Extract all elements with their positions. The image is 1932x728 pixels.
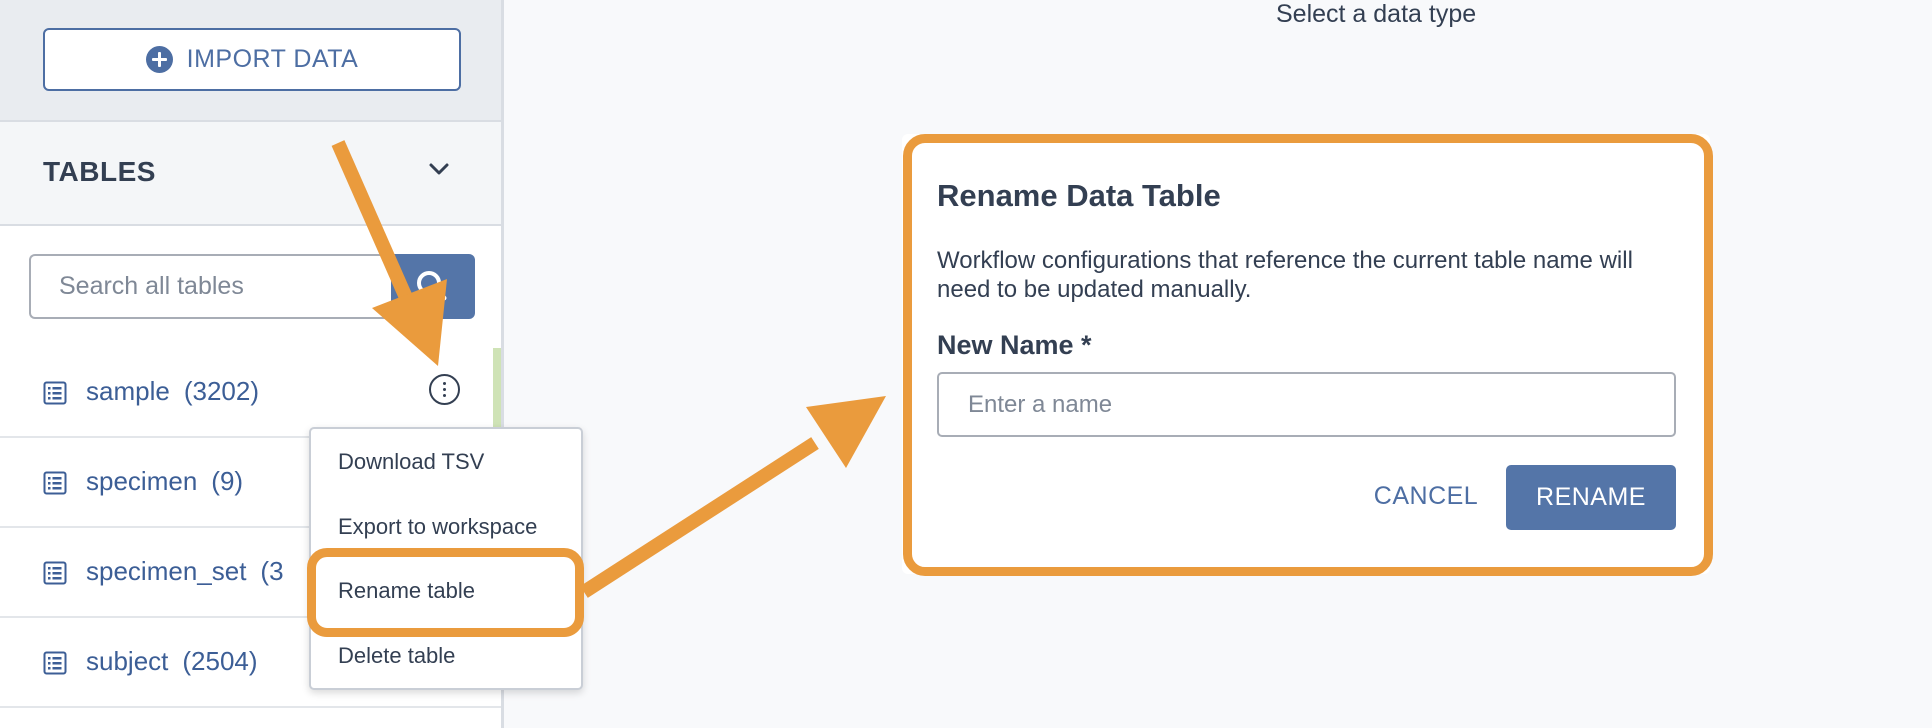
cancel-button[interactable]: CANCEL bbox=[1366, 465, 1486, 528]
menu-item-delete-table[interactable]: Delete table bbox=[338, 643, 455, 669]
table-list-icon bbox=[43, 471, 67, 495]
tables-title: TABLES bbox=[43, 156, 156, 187]
table-list-icon bbox=[43, 381, 67, 405]
chevron-down-icon[interactable] bbox=[428, 158, 450, 180]
table-name[interactable]: subject (2504) bbox=[86, 646, 258, 677]
table-list-icon bbox=[43, 561, 67, 585]
menu-item-export-to-workspace[interactable]: Export to workspace bbox=[338, 514, 537, 540]
table-name[interactable]: specimen_set (3 bbox=[86, 556, 284, 587]
table-list-icon bbox=[43, 651, 67, 675]
tables-section-header[interactable]: TABLES bbox=[0, 122, 501, 226]
new-name-label: New Name * bbox=[937, 330, 1092, 360]
table-row-sample[interactable]: sample (3202) bbox=[0, 348, 501, 438]
rename-dialog: Rename Data Table Workflow configuration… bbox=[902, 134, 1710, 574]
search-input[interactable] bbox=[29, 254, 397, 319]
table-name[interactable]: specimen (9) bbox=[86, 466, 243, 497]
menu-item-rename-table[interactable]: Rename table bbox=[338, 578, 475, 604]
search-icon bbox=[417, 271, 447, 301]
dialog-title: Rename Data Table bbox=[937, 178, 1221, 213]
rename-button[interactable]: RENAME bbox=[1506, 465, 1676, 530]
kebab-menu-icon[interactable] bbox=[429, 374, 460, 405]
table-context-menu: Download TSV Export to workspace Rename … bbox=[309, 427, 583, 690]
dialog-description: Workflow configurations that reference t… bbox=[937, 247, 1633, 303]
arrow-to-dialog bbox=[580, 437, 819, 598]
import-data-button[interactable]: IMPORT DATA bbox=[43, 28, 461, 91]
menu-item-download-tsv[interactable]: Download TSV bbox=[338, 449, 484, 475]
sidebar-top-panel: IMPORT DATA bbox=[0, 0, 501, 122]
main-caption: Select a data type bbox=[1276, 0, 1477, 28]
new-name-input[interactable] bbox=[937, 372, 1676, 437]
arrow-to-dialog-head bbox=[806, 396, 886, 468]
table-name[interactable]: sample (3202) bbox=[86, 376, 259, 407]
search-button[interactable] bbox=[391, 254, 475, 319]
table-search bbox=[29, 254, 475, 319]
import-data-label: IMPORT DATA bbox=[186, 45, 359, 73]
plus-circle-icon bbox=[145, 46, 173, 73]
